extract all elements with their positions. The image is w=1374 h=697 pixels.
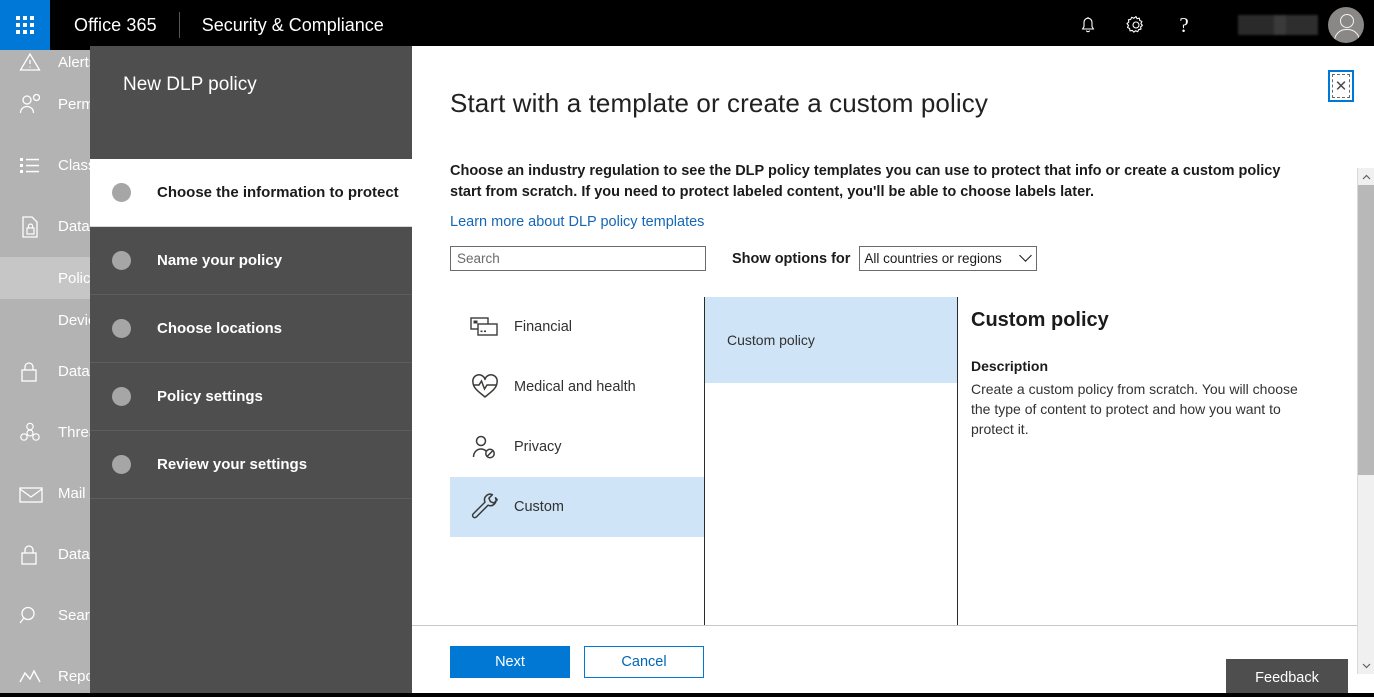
category-label: Custom xyxy=(514,499,564,515)
document-lock-icon xyxy=(18,215,58,239)
detail-title: Custom policy xyxy=(971,309,1109,331)
bottom-edge xyxy=(0,693,1374,697)
credit-card-icon xyxy=(456,314,514,340)
sidebar-item-label: Data xyxy=(58,363,90,380)
category-list: Financial Medical and health Privacy Cus… xyxy=(450,297,704,625)
wizard-step-choose-locations[interactable]: Choose locations xyxy=(90,295,412,363)
sidebar-item-label: Data xyxy=(58,546,90,563)
gear-icon xyxy=(1126,15,1146,35)
category-financial[interactable]: Financial xyxy=(450,297,704,357)
wizard-step-rail: New DLP policy Choose the information to… xyxy=(90,46,412,697)
wizard-step-label: Review your settings xyxy=(157,456,308,473)
search-input[interactable] xyxy=(450,246,706,271)
wizard-step-label: Choose locations xyxy=(157,320,283,337)
sidebar-item-label: Data xyxy=(58,218,90,235)
step-indicator-dot xyxy=(112,455,131,474)
close-x-icon: ✕ xyxy=(1332,74,1350,98)
dialog-body: ✕ Start with a template or create a cust… xyxy=(412,46,1374,625)
padlock-icon xyxy=(18,543,58,567)
office365-brand-link[interactable]: Office 365 xyxy=(50,15,179,36)
category-medical-and-health[interactable]: Medical and health xyxy=(450,357,704,417)
chevron-down-icon xyxy=(1362,663,1371,668)
category-privacy[interactable]: Privacy xyxy=(450,417,704,477)
new-dlp-policy-dialog: New DLP policy Choose the information to… xyxy=(90,46,1374,697)
category-custom[interactable]: Custom xyxy=(450,477,704,537)
list-icon xyxy=(18,155,58,177)
page-description: Choose an industry regulation to see the… xyxy=(450,163,1281,200)
learn-more-link[interactable]: Learn more about DLP policy templates xyxy=(450,214,704,230)
people-icon xyxy=(18,93,58,117)
suitebar-actions: ? xyxy=(1064,0,1374,50)
show-options-label: Show options for xyxy=(732,250,851,267)
dialog-content: ✕ Start with a template or create a cust… xyxy=(412,46,1374,697)
category-label: Privacy xyxy=(514,439,562,455)
country-select-wrapper: All countries or regions xyxy=(859,246,1038,271)
scroll-up-button[interactable] xyxy=(1358,168,1374,185)
page-title: Start with a template or create a custom… xyxy=(450,88,988,118)
avatar[interactable] xyxy=(1328,7,1364,43)
bell-icon xyxy=(1079,16,1097,35)
next-button[interactable]: Next xyxy=(450,645,570,678)
heart-pulse-icon xyxy=(456,373,514,401)
line-chart-icon xyxy=(18,668,58,686)
chevron-up-icon xyxy=(1362,174,1371,179)
step-indicator-dot xyxy=(112,183,131,202)
padlock-icon xyxy=(18,360,58,384)
wizard-step-name-policy[interactable]: Name your policy xyxy=(90,227,412,295)
sidebar-item-label: Repo xyxy=(58,668,94,685)
wizard-step-label: Name your policy xyxy=(157,252,283,269)
detail-description-heading: Description xyxy=(971,358,1049,374)
template-list: Custom policy xyxy=(704,297,958,625)
scrollbar-thumb[interactable] xyxy=(1358,185,1374,475)
template-detail-panel: Custom policy Description Create a custo… xyxy=(958,297,1357,625)
question-mark-icon: ? xyxy=(1179,12,1189,37)
category-label: Medical and health xyxy=(514,379,636,395)
wizard-step-review-settings[interactable]: Review your settings xyxy=(90,431,412,499)
step-indicator-dot xyxy=(112,319,131,338)
app-root: Office 365 Security & Compliance ? Alert… xyxy=(0,0,1374,697)
alert-triangle-icon xyxy=(18,51,58,73)
wizard-step-policy-settings[interactable]: Policy settings xyxy=(90,363,412,431)
scroll-down-button[interactable] xyxy=(1358,657,1374,674)
wizard-step-label: Choose the information to protect xyxy=(157,184,399,201)
settings-button[interactable] xyxy=(1112,0,1160,50)
sidebar-item-label: Mail xyxy=(58,485,86,502)
magnifier-icon xyxy=(18,604,58,628)
vertical-scrollbar[interactable] xyxy=(1357,168,1374,674)
wizard-step-label: Policy settings xyxy=(157,388,263,405)
app-launcher-waffle-icon xyxy=(16,16,34,34)
category-label: Financial xyxy=(514,319,573,335)
person-blocked-icon xyxy=(456,433,514,461)
suite-top-bar: Office 365 Security & Compliance ? xyxy=(0,0,1374,50)
account-name-redacted xyxy=(1238,15,1318,35)
help-button[interactable]: ? xyxy=(1160,0,1208,50)
close-dialog-button[interactable]: ✕ xyxy=(1328,70,1354,102)
template-label: Custom policy xyxy=(727,332,815,348)
template-custom-policy[interactable]: Custom policy xyxy=(705,297,957,383)
filter-row: Show options for All countries or region… xyxy=(450,246,1374,271)
template-picker: Financial Medical and health Privacy Cus… xyxy=(450,297,1357,625)
wizard-step-choose-information[interactable]: Choose the information to protect xyxy=(90,159,412,227)
app-name-link[interactable]: Security & Compliance xyxy=(180,15,384,36)
detail-description-text: Create a custom policy from scratch. You… xyxy=(971,381,1298,437)
notifications-button[interactable] xyxy=(1064,0,1112,50)
cancel-button[interactable]: Cancel xyxy=(584,645,704,678)
sidebar-item-label: Perm xyxy=(58,96,94,113)
dialog-title: New DLP policy xyxy=(123,74,257,95)
step-indicator-dot xyxy=(112,251,131,270)
app-launcher-button[interactable] xyxy=(0,0,50,50)
feedback-button[interactable]: Feedback xyxy=(1226,659,1348,697)
step-indicator-dot xyxy=(112,387,131,406)
wrench-icon xyxy=(456,492,514,522)
country-region-select[interactable]: All countries or regions xyxy=(859,246,1038,271)
envelope-icon xyxy=(18,484,58,504)
biohazard-icon xyxy=(18,421,58,445)
